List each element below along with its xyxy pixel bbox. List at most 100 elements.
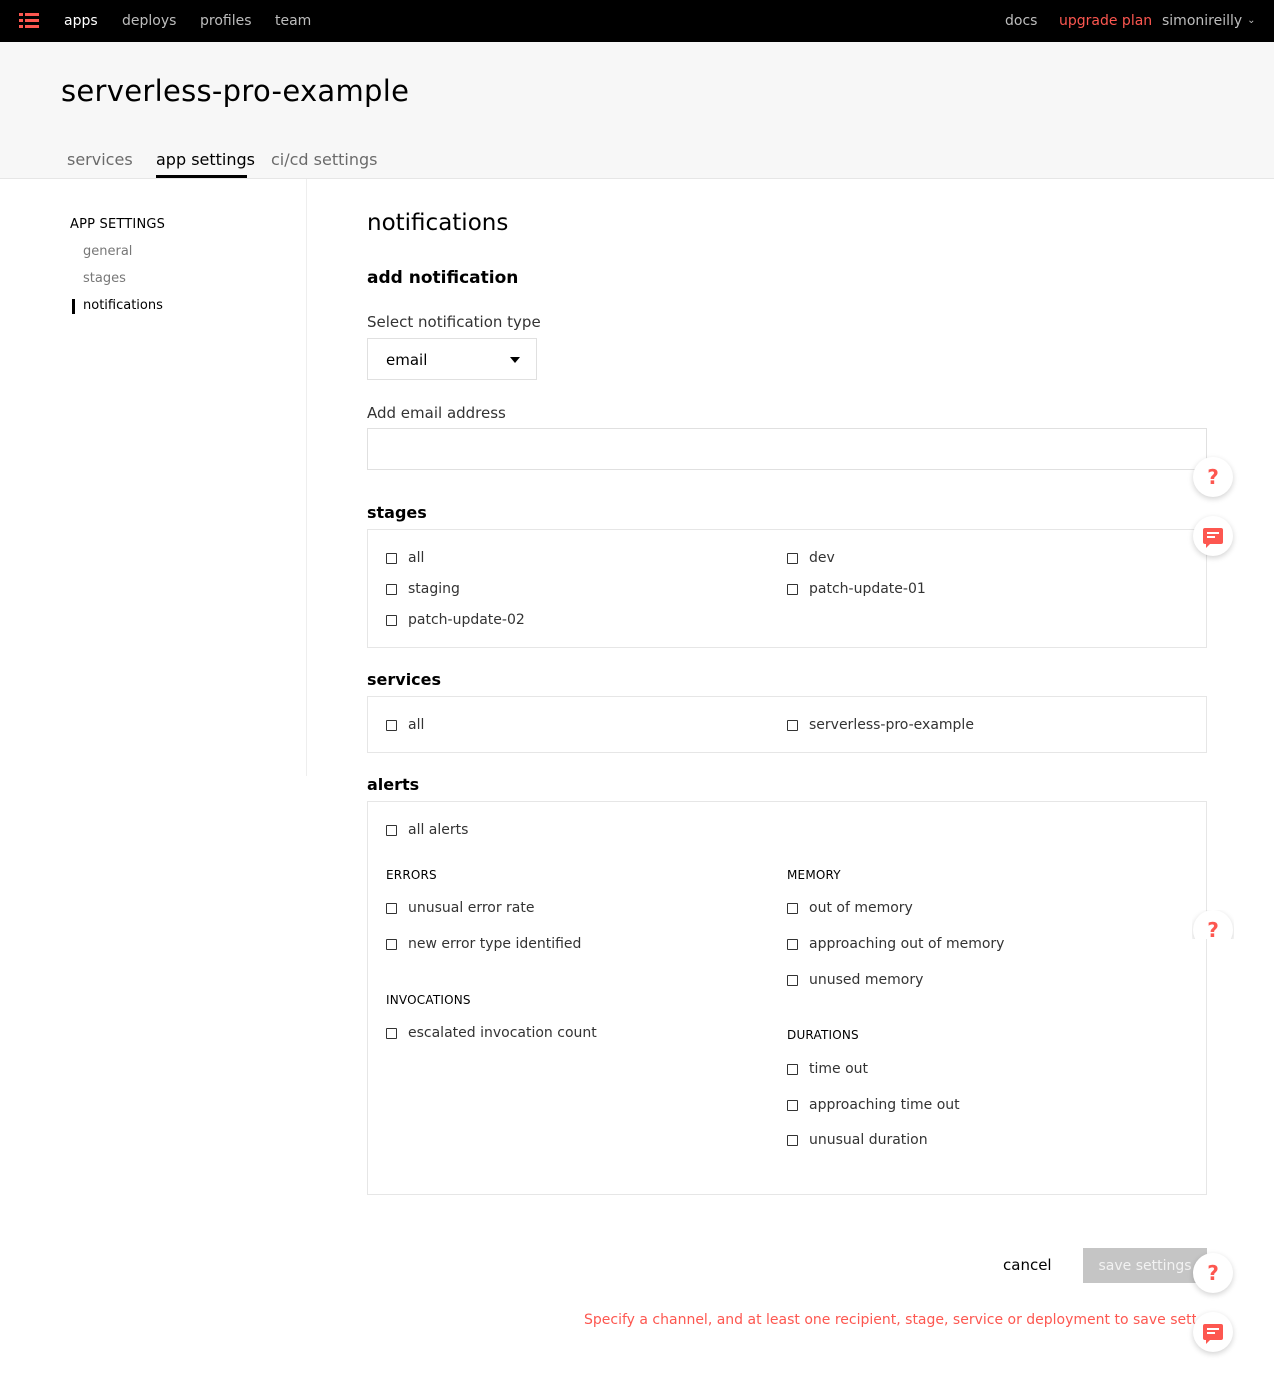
question-icon: ?: [1207, 1261, 1219, 1285]
checkbox-icon: [787, 583, 798, 595]
alert-checkbox-unusual-error-rate[interactable]: unusual error rate: [386, 900, 535, 916]
add-notification-heading: add notification: [367, 268, 519, 288]
alert-checkbox-unused-memory[interactable]: unused memory: [787, 972, 923, 988]
alert-checkbox-new-error-type[interactable]: new error type identified: [386, 936, 581, 952]
checkbox-icon: [787, 902, 798, 914]
nav-profiles[interactable]: profiles: [200, 13, 252, 29]
sidebar-divider: [306, 179, 307, 776]
alert-checkbox-escalated-invocation-count[interactable]: escalated invocation count: [386, 1025, 597, 1041]
nav-upgrade-plan[interactable]: upgrade plan: [1059, 13, 1152, 29]
checkbox-icon: [787, 1134, 798, 1146]
service-checkbox-serverless-pro-example[interactable]: serverless-pro-example: [787, 717, 974, 733]
checkbox-label: new error type identified: [408, 936, 582, 952]
cancel-button[interactable]: cancel: [1003, 1256, 1052, 1274]
page-title: serverless-pro-example: [61, 74, 410, 108]
alerts-box: all alerts ERRORS unusual error rate new…: [367, 801, 1207, 1195]
sidebar-heading: APP SETTINGS: [70, 217, 166, 232]
stage-checkbox-patch-update-01[interactable]: patch-update-01: [787, 581, 926, 597]
chat-button[interactable]: [1193, 516, 1233, 556]
notification-type-value: email: [386, 351, 428, 369]
help-button-partial[interactable]: ?: [1192, 910, 1234, 939]
email-input[interactable]: [367, 428, 1207, 470]
errors-group-heading: ERRORS: [386, 868, 437, 882]
notification-type-select[interactable]: email: [367, 338, 537, 380]
checkbox-icon: [386, 1027, 397, 1039]
section-title: notifications: [367, 210, 509, 236]
tab-app-settings[interactable]: app settings: [156, 150, 255, 169]
checkbox-label: patch-update-01: [809, 581, 926, 597]
help-button[interactable]: ?: [1193, 457, 1233, 497]
user-menu[interactable]: simonireilly ⌄: [1162, 13, 1256, 29]
serverless-logo-icon[interactable]: [19, 13, 39, 29]
sidebar-active-indicator: [72, 299, 75, 314]
checkbox-label: unused memory: [809, 972, 924, 988]
stages-box: all dev staging patch-update-01 patch-up…: [367, 529, 1207, 648]
checkbox-icon: [386, 614, 397, 626]
stage-checkbox-all[interactable]: all: [386, 550, 424, 566]
alerts-heading: alerts: [367, 775, 420, 794]
checkbox-icon: [787, 552, 798, 564]
checkbox-icon: [787, 1063, 798, 1075]
validation-error-message: Specify a channel, and at least one reci…: [584, 1312, 1196, 1328]
alert-checkbox-approaching-time-out[interactable]: approaching time out: [787, 1097, 960, 1113]
checkbox-label: all: [408, 717, 425, 733]
stage-checkbox-staging[interactable]: staging: [386, 581, 460, 597]
services-box: all serverless-pro-example: [367, 696, 1207, 753]
stages-heading: stages: [367, 503, 427, 522]
nav-deploys[interactable]: deploys: [122, 13, 176, 29]
question-icon: ?: [1207, 918, 1219, 939]
checkbox-label: unusual error rate: [408, 900, 535, 916]
alert-checkbox-all-alerts[interactable]: all alerts: [386, 822, 468, 838]
chat-icon: [1203, 1324, 1223, 1344]
sidebar-item-general[interactable]: general: [83, 244, 132, 259]
checkbox-icon: [787, 938, 798, 950]
checkbox-label: approaching out of memory: [809, 936, 1005, 952]
sidebar-item-stages[interactable]: stages: [83, 271, 126, 286]
active-tab-indicator: [156, 175, 247, 178]
checkbox-icon: [386, 719, 397, 731]
checkbox-icon: [787, 974, 798, 986]
nav-docs[interactable]: docs: [1005, 13, 1037, 29]
help-button[interactable]: ?: [1193, 1253, 1233, 1293]
app-header: serverless-pro-example services app sett…: [0, 42, 1274, 179]
sidebar-item-notifications[interactable]: notifications: [83, 298, 163, 313]
invocations-group-heading: INVOCATIONS: [386, 993, 471, 1007]
alert-checkbox-out-of-memory[interactable]: out of memory: [787, 900, 913, 916]
checkbox-icon: [386, 938, 397, 950]
checkbox-label: all: [408, 550, 425, 566]
tab-services[interactable]: services: [67, 150, 133, 169]
checkbox-icon: [787, 1099, 798, 1111]
checkbox-label: dev: [809, 550, 835, 566]
checkbox-label: staging: [408, 581, 460, 597]
checkbox-label: all alerts: [408, 822, 469, 838]
checkbox-icon: [386, 824, 397, 836]
checkbox-icon: [386, 902, 397, 914]
checkbox-label: time out: [809, 1061, 869, 1077]
stage-checkbox-patch-update-02[interactable]: patch-update-02: [386, 612, 525, 628]
checkbox-icon: [386, 552, 397, 564]
top-nav: apps deploys profiles team docs upgrade …: [0, 0, 1274, 42]
stage-checkbox-dev[interactable]: dev: [787, 550, 835, 566]
caret-down-icon: [510, 357, 520, 363]
memory-group-heading: MEMORY: [787, 868, 841, 882]
user-name: simonireilly: [1162, 13, 1243, 29]
alert-checkbox-unusual-duration[interactable]: unusual duration: [787, 1132, 928, 1148]
help-button[interactable]: ?: [1193, 910, 1233, 939]
durations-group-heading: DURATIONS: [787, 1028, 859, 1042]
service-checkbox-all[interactable]: all: [386, 717, 424, 733]
chevron-down-icon: ⌄: [1247, 15, 1256, 26]
checkbox-icon: [386, 583, 397, 595]
alert-checkbox-approaching-out-of-memory[interactable]: approaching out of memory: [787, 936, 1004, 952]
checkbox-icon: [787, 719, 798, 731]
nav-apps[interactable]: apps: [64, 13, 98, 29]
checkbox-label: patch-update-02: [408, 612, 525, 628]
checkbox-label: out of memory: [809, 900, 913, 916]
checkbox-label: serverless-pro-example: [809, 717, 974, 733]
alert-checkbox-time-out[interactable]: time out: [787, 1061, 868, 1077]
chat-button[interactable]: [1193, 1312, 1233, 1352]
question-icon: ?: [1207, 465, 1219, 489]
save-settings-button[interactable]: save settings: [1083, 1248, 1207, 1283]
email-label: Add email address: [367, 404, 506, 422]
nav-team[interactable]: team: [275, 13, 311, 29]
tab-cicd-settings[interactable]: ci/cd settings: [271, 150, 377, 169]
